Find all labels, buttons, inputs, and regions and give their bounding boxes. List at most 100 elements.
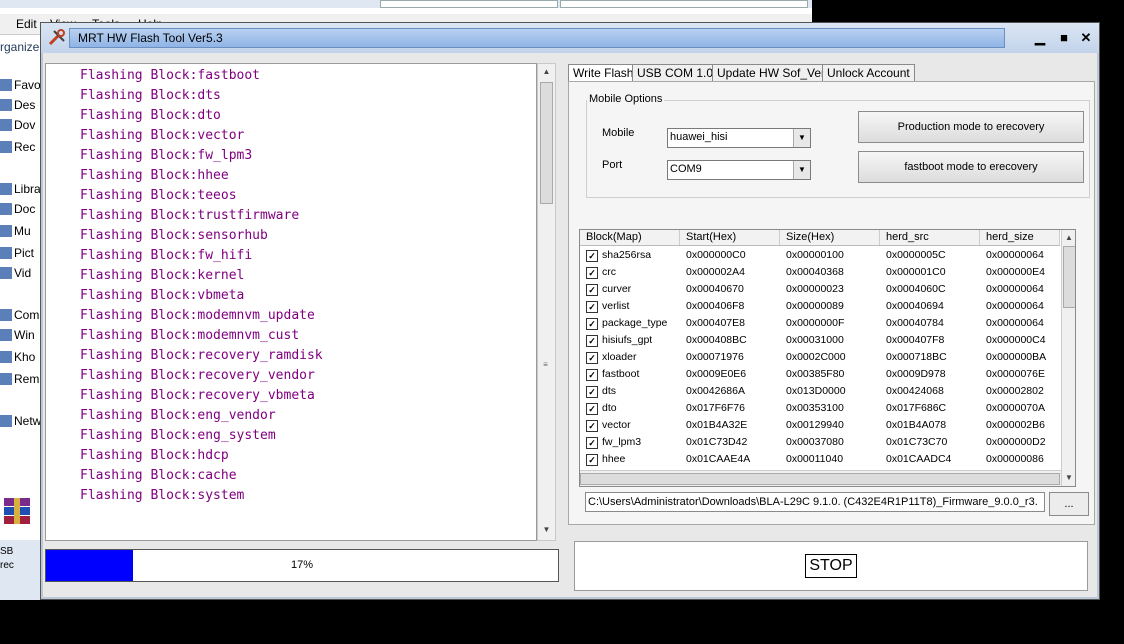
block-checkbox[interactable]: ✓ (586, 318, 598, 330)
firmware-path-field[interactable]: C:\Users\Administrator\Downloads\BLA-L29… (585, 492, 1045, 512)
table-row[interactable]: ✓ dts 0x0042686A 0x013D0000 0x00424068 0x0000… (580, 383, 1060, 400)
nav-item[interactable]: Kho (0, 350, 35, 364)
log-scroll-thumb[interactable] (540, 82, 553, 204)
chevron-down-icon[interactable]: ▼ (793, 129, 810, 147)
table-row[interactable]: ✓ package_type 0x000407E8 0x0000000F 0x00040… (580, 315, 1060, 332)
nav-item[interactable]: Doc (0, 202, 35, 216)
block-checkbox[interactable]: ✓ (586, 284, 598, 296)
column-header-block[interactable]: Block(Map) (580, 230, 680, 245)
title-bar[interactable]: MRT HW Flash Tool Ver5.3 ▁ ■ ✕ (41, 23, 1099, 53)
tab-usb-com[interactable]: USB COM 1.0 (632, 64, 719, 82)
cell-herd-size: 0x000000D2 (986, 436, 1046, 448)
mobile-options-legend: Mobile Options (587, 93, 665, 105)
log-scrollbar[interactable]: ▲ ≡ ▼ (537, 63, 556, 541)
scroll-down-arrow-icon[interactable]: ▼ (1062, 470, 1075, 486)
nav-item[interactable]: Pict (0, 246, 34, 260)
table-scroll-thumb[interactable] (1063, 246, 1075, 308)
tab-unlock-account[interactable]: Unlock Account (822, 64, 915, 82)
cell-start: 0x0042686A (686, 385, 745, 397)
nav-item[interactable]: Dov (0, 118, 35, 132)
cell-herd-size: 0x00000064 (986, 317, 1044, 329)
table-row[interactable]: ✓ hhee 0x01CAAE4A 0x00011040 0x01CAADC4 0x000… (580, 451, 1060, 468)
table-row[interactable]: ✓ hisiufs_gpt 0x000408BC 0x00031000 0x000407… (580, 332, 1060, 349)
close-button[interactable]: ✕ (1077, 29, 1095, 47)
cell-start: 0x017F6F76 (686, 402, 745, 414)
nav-item[interactable]: Win (0, 328, 35, 342)
block-checkbox[interactable]: ✓ (586, 454, 598, 466)
minimize-button[interactable]: ▁ (1031, 29, 1049, 47)
table-vertical-scrollbar[interactable]: ▲ ▼ (1061, 230, 1075, 486)
block-checkbox[interactable]: ✓ (586, 267, 598, 279)
table-row[interactable]: ✓ fastboot 0x0009E0E6 0x00385F80 0x0009D978 0… (580, 366, 1060, 383)
browse-button[interactable]: ... (1049, 492, 1089, 516)
cell-herd-size: 0x000002B6 (986, 419, 1045, 431)
nav-item[interactable]: Rec (0, 140, 35, 154)
nav-item[interactable]: Vid (0, 266, 31, 280)
background-search-box[interactable] (560, 0, 808, 8)
nav-item[interactable]: Libra (0, 182, 41, 196)
chevron-down-icon[interactable]: ▼ (793, 161, 810, 179)
block-checkbox[interactable]: ✓ (586, 437, 598, 449)
table-row[interactable]: ✓ verlist 0x000406F8 0x00000089 0x00040694 0x… (580, 298, 1060, 315)
table-row[interactable]: ✓ xloader 0x00071976 0x0002C000 0x000718BC 0x… (580, 349, 1060, 366)
block-checkbox[interactable]: ✓ (586, 352, 598, 364)
table-row[interactable]: ✓ curver 0x00040670 0x00000023 0x0004060C 0x0… (580, 281, 1060, 298)
cell-start: 0x000406F8 (686, 300, 745, 312)
tab-update-hw-sof-ver[interactable]: Update HW Sof_Ver (712, 64, 831, 82)
table-row[interactable]: ✓ fw_lpm3 0x01C73D42 0x00037080 0x01C73C70 0x… (580, 434, 1060, 451)
table-row[interactable]: ✓ dto 0x017F6F76 0x00353100 0x017F686C 0x0000… (580, 400, 1060, 417)
cell-herd-size: 0x00000064 (986, 300, 1044, 312)
nav-item-label: Rec (14, 140, 36, 154)
log-line: Flashing Block:teeos (80, 188, 237, 203)
tab-write-flash[interactable]: Write Flash (568, 64, 639, 82)
nav-item[interactable]: Des (0, 98, 35, 112)
production-mode-erecovery-button[interactable]: Production mode to erecovery (858, 111, 1084, 143)
block-checkbox[interactable]: ✓ (586, 420, 598, 432)
block-checkbox[interactable]: ✓ (586, 250, 598, 262)
nav-item[interactable]: Mu (0, 224, 31, 238)
log-line: Flashing Block:dts (80, 88, 221, 103)
fastboot-mode-erecovery-button[interactable]: fastboot mode to erecovery (858, 151, 1084, 183)
table-hscroll-thumb[interactable] (580, 473, 1060, 485)
scroll-up-arrow-icon[interactable]: ▲ (1062, 230, 1075, 246)
port-select[interactable]: COM9 ▼ (667, 160, 811, 180)
winrar-icon[interactable] (2, 496, 32, 528)
block-checkbox[interactable]: ✓ (586, 335, 598, 347)
nav-item[interactable]: Netw (0, 414, 41, 428)
table-row[interactable]: ✓ vector 0x01B4A32E 0x00129940 0x01B4A078 0x0… (580, 417, 1060, 434)
nav-item-label: Com (14, 308, 40, 322)
column-header-size[interactable]: Size(Hex) (780, 230, 880, 245)
block-map-table: Block(Map) Start(Hex) Size(Hex) herd_src… (579, 229, 1076, 487)
menu-edit[interactable]: Edit (16, 17, 37, 31)
cell-start: 0x000407E8 (686, 317, 745, 329)
block-checkbox[interactable]: ✓ (586, 369, 598, 381)
column-header-herd-size[interactable]: herd_size (980, 230, 1060, 245)
mobile-select[interactable]: huawei_hisi ▼ (667, 128, 811, 148)
table-row[interactable]: ✓ sha256rsa 0x000000C0 0x00000100 0x0000005C… (580, 247, 1060, 264)
scroll-down-arrow-icon[interactable]: ▼ (538, 522, 555, 538)
block-checkbox[interactable]: ✓ (586, 403, 598, 415)
table-row[interactable]: ✓ crc 0x000002A4 0x00040368 0x000001C0 0x0000… (580, 264, 1060, 281)
block-checkbox[interactable]: ✓ (586, 301, 598, 313)
log-line: Flashing Block:recovery_vendor (80, 368, 315, 383)
nav-item[interactable]: Com (0, 308, 39, 322)
block-checkbox[interactable]: ✓ (586, 386, 598, 398)
cell-herd-size: 0x00002802 (986, 385, 1044, 397)
stop-area: STOP (574, 541, 1088, 591)
write-flash-panel: Mobile Options Mobile huawei_hisi ▼ Port… (568, 81, 1095, 525)
column-header-start[interactable]: Start(Hex) (680, 230, 780, 245)
nav-item[interactable]: Favo (0, 78, 41, 92)
cell-block: curver (602, 283, 632, 295)
cell-start: 0x000000C0 (686, 249, 746, 261)
background-address-bar[interactable] (380, 0, 558, 8)
table-horizontal-scrollbar[interactable] (580, 470, 1061, 486)
nav-item[interactable]: Rem (0, 372, 39, 386)
cell-herd-src: 0x0009D978 (886, 368, 946, 380)
column-header-herd-src[interactable]: herd_src (880, 230, 980, 245)
stop-button[interactable]: STOP (805, 554, 857, 578)
maximize-button[interactable]: ■ (1055, 29, 1073, 47)
cell-herd-src: 0x0004060C (886, 283, 946, 295)
cell-block: fw_lpm3 (602, 436, 642, 448)
scroll-up-arrow-icon[interactable]: ▲ (538, 64, 555, 80)
organize-button[interactable]: rganize (0, 40, 39, 54)
